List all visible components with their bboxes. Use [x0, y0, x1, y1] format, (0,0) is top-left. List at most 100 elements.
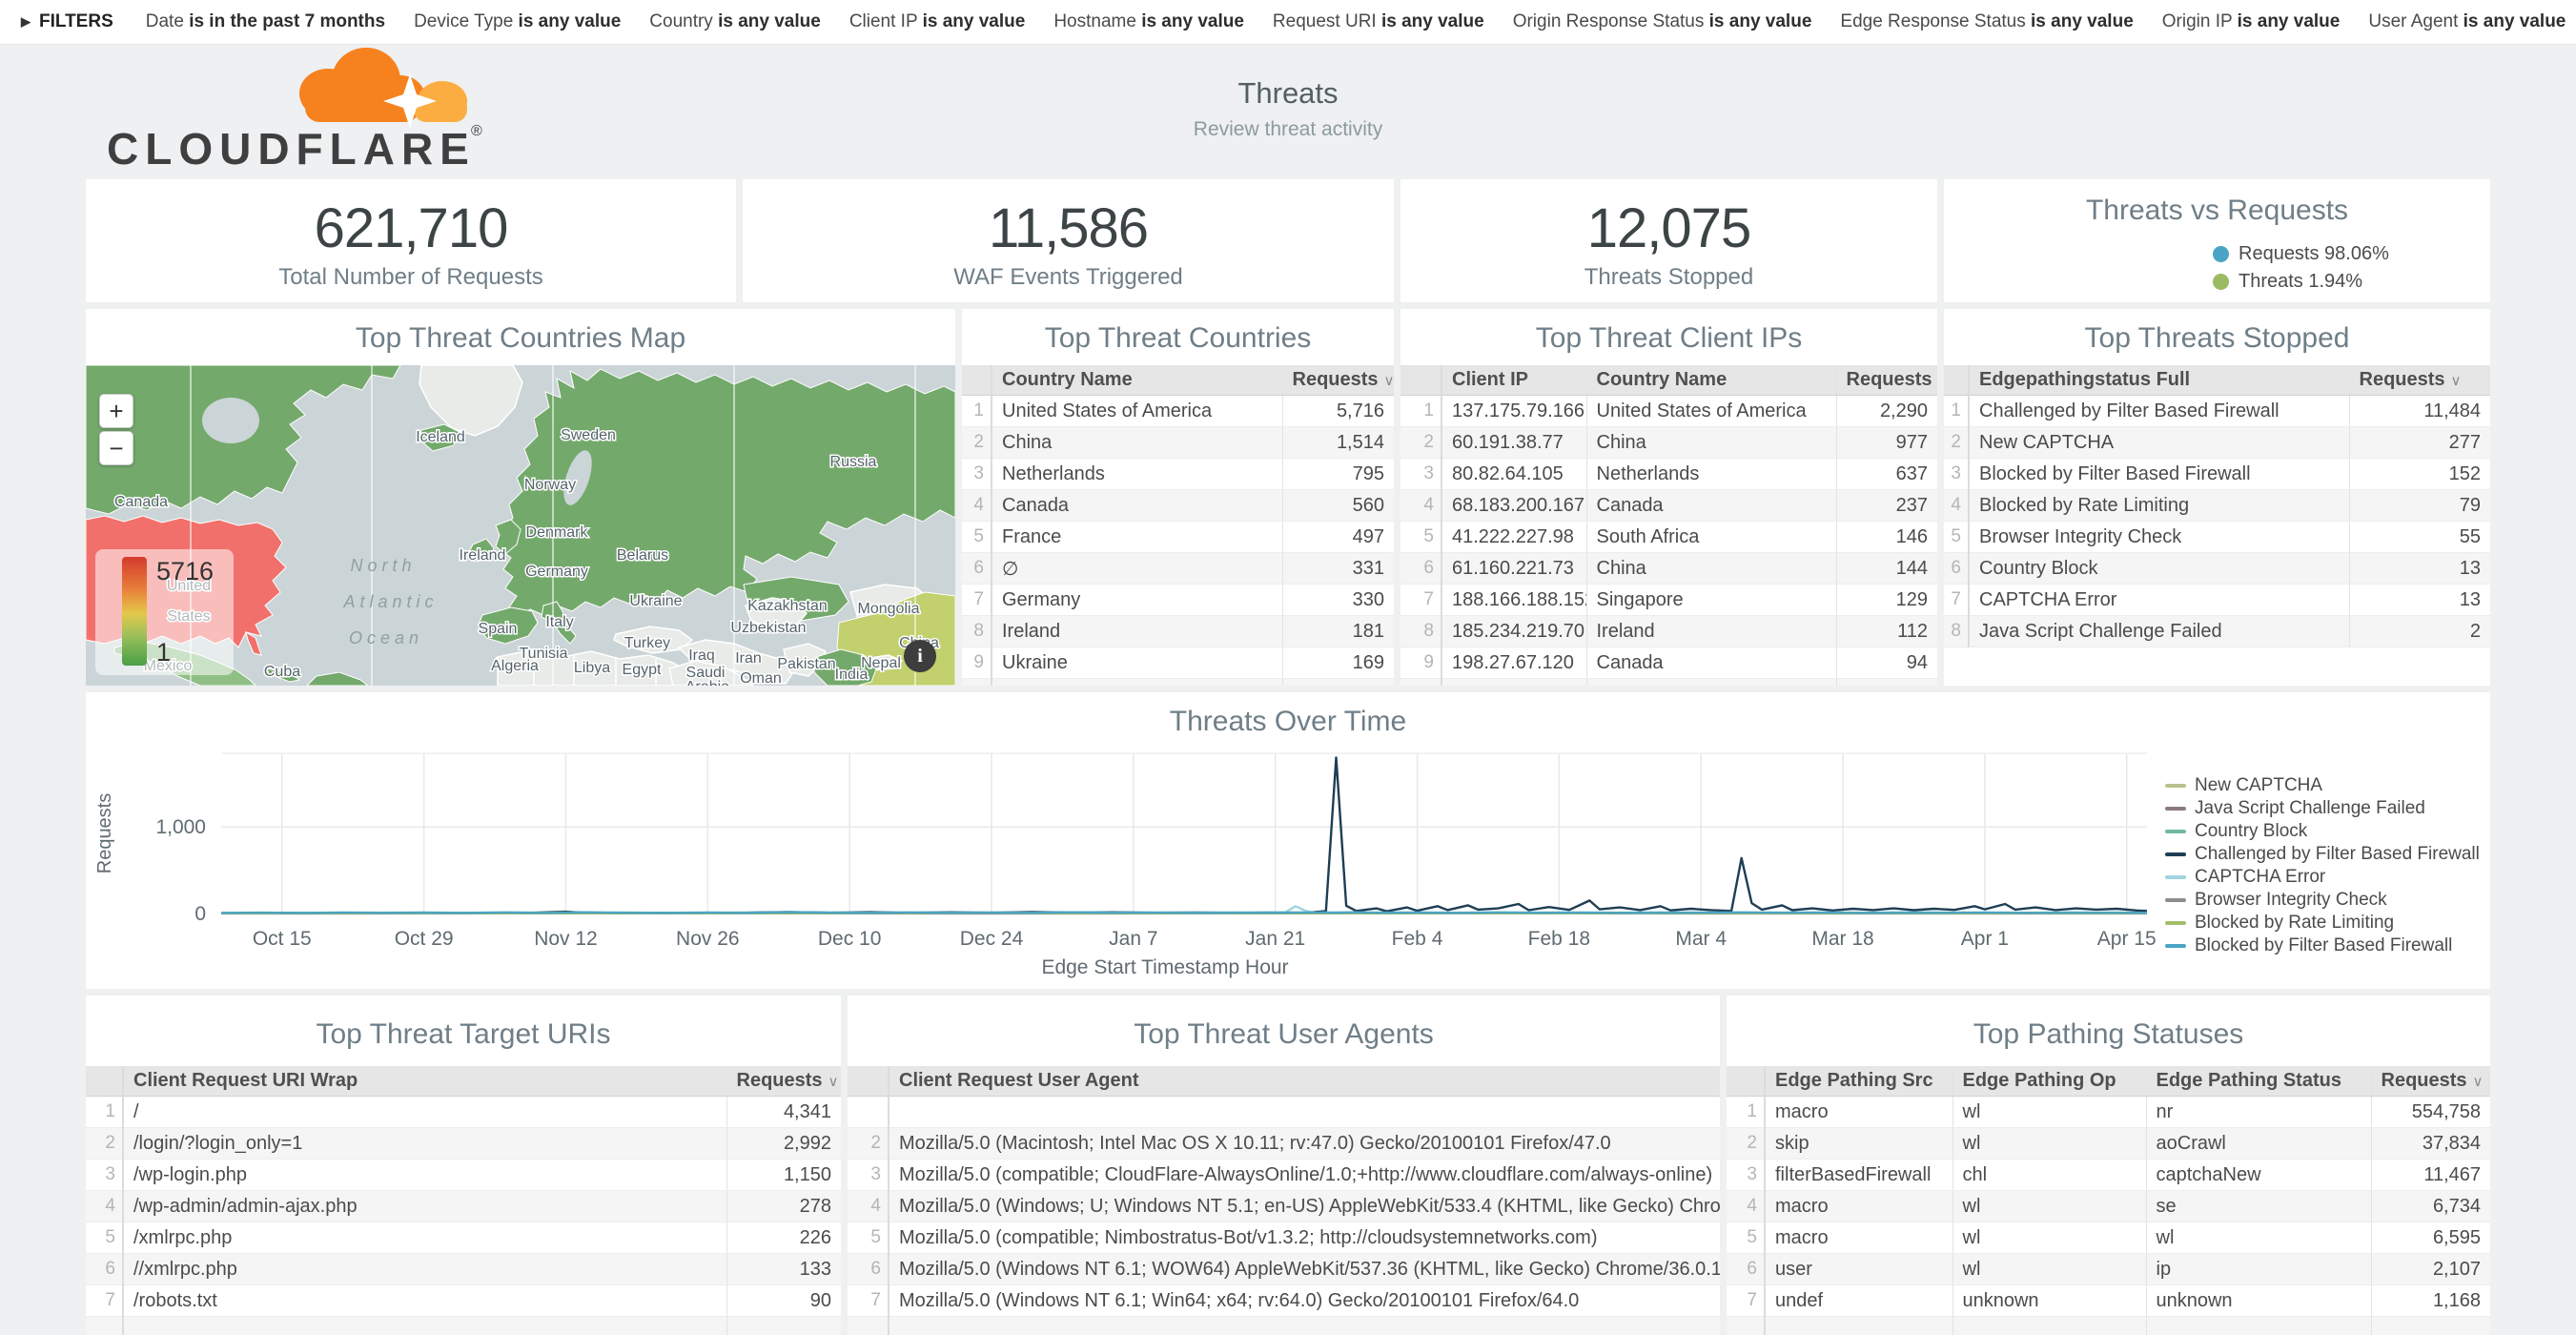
top-threats-stopped-card: Top Threats Stopped Edgepathingstatus Fu…: [1944, 309, 2490, 686]
table-cell: China: [1586, 427, 1836, 459]
filter-item[interactable]: Edge Response Status is any value: [1840, 11, 2133, 31]
column-header[interactable]: Edge Pathing Src: [1765, 1066, 1952, 1097]
legend-dot-icon: [2213, 274, 2229, 290]
map-zoom-in-button[interactable]: +: [99, 394, 133, 428]
world-map[interactable]: NorthAtlanticOceanCanadaUnitedStatesMexi…: [86, 365, 955, 686]
stat-value: 621,710: [86, 196, 736, 260]
table-cell: unknown: [2146, 1285, 2371, 1317]
stat-value: 12,075: [1400, 196, 1937, 260]
table-cell: 90: [726, 1285, 841, 1317]
table-row: 2Mozilla/5.0 (Macintosh; Intel Mac OS X …: [848, 1128, 1720, 1160]
table-row: 2New CAPTCHA277: [1944, 427, 2490, 459]
column-header[interactable]: Requests∨: [1836, 365, 1937, 396]
table-cell: 6,734: [2371, 1191, 2490, 1222]
table-cell: 1,168: [2371, 1285, 2490, 1317]
filter-item[interactable]: Device Type is any value: [414, 11, 621, 31]
data-table: Client IPCountry NameRequests∨1137.175.7…: [1400, 365, 1937, 686]
column-header[interactable]: Client Request URI Wrap: [123, 1066, 726, 1097]
table-cell: wl: [1952, 1222, 2146, 1254]
top-threat-target-uris-card: Top Threat Target URIs Client Request UR…: [86, 996, 841, 1335]
threats-over-time-plot[interactable]: 01,000Oct 15Oct 29Nov 12Nov 26Dec 10Dec …: [86, 692, 2490, 989]
table-cell: Netherlands: [1586, 459, 1836, 490]
country-label: Belarus: [617, 547, 668, 564]
table-cell: 188.166.188.152: [1441, 585, 1586, 616]
row-index: 10: [1400, 679, 1441, 687]
data-table: Edgepathingstatus FullRequests∨1Challeng…: [1944, 365, 2490, 647]
table-cell: unknown: [1952, 1285, 2146, 1317]
page-title: Threats: [0, 76, 2576, 111]
table-cell: [2146, 1317, 2371, 1335]
table-cell: Mozilla/5.0 (Windows NT 6.1; WOW64) Appl…: [889, 1254, 1720, 1285]
legend-item: Requests 98.06%: [2213, 240, 2490, 268]
column-header[interactable]: Client Request User Agent: [889, 1066, 1720, 1097]
column-header[interactable]: Requests∨: [2349, 365, 2490, 396]
section-title: Top Threat User Agents: [848, 1018, 1720, 1051]
index-column-header: [848, 1066, 889, 1097]
row-index: 6: [1727, 1254, 1765, 1285]
column-header[interactable]: Country Name: [1586, 365, 1836, 396]
axis-label: Dec 24: [960, 928, 1024, 950]
table-cell: 277: [2349, 427, 2490, 459]
country-label: Germany: [525, 564, 588, 580]
column-header[interactable]: Requests∨: [1282, 365, 1394, 396]
index-column-header: [86, 1066, 123, 1097]
index-column-header: [1727, 1066, 1765, 1097]
table-cell: 2,992: [726, 1128, 841, 1160]
table-cell: 137.175.79.166: [1441, 396, 1586, 427]
filter-item[interactable]: User Agent is any value: [2368, 11, 2566, 31]
table-cell: 331: [1282, 553, 1394, 585]
country-label: Turkey: [624, 635, 670, 651]
top-pathing-statuses-card: Top Pathing Statuses Edge Pathing SrcEdg…: [1727, 996, 2490, 1335]
stat-label: Total Number of Requests: [86, 264, 736, 291]
table-row: [86, 1317, 841, 1335]
table-row: 5macrowlwl6,595: [1727, 1222, 2490, 1254]
table-row: 4macrowlse6,734: [1727, 1191, 2490, 1222]
sort-caret-icon: ∨: [2473, 1074, 2484, 1090]
table-cell: /xmlrpc.php: [123, 1222, 726, 1254]
column-header[interactable]: Client IP: [1441, 365, 1586, 396]
column-header[interactable]: Country Name: [992, 365, 1282, 396]
legend-dot-icon: [2213, 246, 2229, 262]
row-index: 4: [1727, 1191, 1765, 1222]
column-header[interactable]: Requests∨: [726, 1066, 841, 1097]
table-cell: Singapore: [992, 679, 1282, 687]
top-threat-client-ips-table-host: Client IPCountry NameRequests∨1137.175.7…: [1400, 365, 1937, 686]
table-row: 9198.27.67.120Canada94: [1400, 647, 1937, 679]
filter-item[interactable]: Origin IP is any value: [2162, 11, 2341, 31]
filter-item[interactable]: Request URI is any value: [1273, 11, 1484, 31]
row-index: 2: [1727, 1128, 1765, 1160]
filter-item[interactable]: Client IP is any value: [849, 11, 1025, 31]
country-label: Uzbekistan: [730, 620, 806, 636]
table-row: 6Mozilla/5.0 (Windows NT 6.1; WOW64) App…: [848, 1254, 1720, 1285]
table-cell: 133: [726, 1254, 841, 1285]
column-header[interactable]: Edgepathingstatus Full: [1969, 365, 2349, 396]
filter-item[interactable]: Date is in the past 7 months: [146, 11, 385, 31]
table-cell: /login/?login_only=1: [123, 1128, 726, 1160]
row-index: 3: [848, 1160, 889, 1191]
column-header[interactable]: Edge Pathing Op: [1952, 1066, 2146, 1097]
map-legend-min: 1: [156, 638, 214, 668]
table-cell: chl: [1952, 1160, 2146, 1191]
table-cell: 55: [2349, 522, 2490, 553]
data-table: Country NameRequests∨1United States of A…: [962, 365, 1394, 686]
filters-toggle[interactable]: ▶ FILTERS: [21, 11, 113, 32]
filter-item[interactable]: Country is any value: [649, 11, 821, 31]
row-index: 7: [1400, 585, 1441, 616]
axis-label: Dec 10: [818, 928, 882, 950]
column-header[interactable]: Edge Pathing Status: [2146, 1066, 2371, 1097]
country-label: Egypt: [623, 662, 662, 678]
table-row: 468.183.200.167Canada237: [1400, 490, 1937, 522]
row-index: 3: [962, 459, 992, 490]
filter-item[interactable]: Origin Response Status is any value: [1513, 11, 1812, 31]
table-cell: 278: [726, 1191, 841, 1222]
index-column-header: [1944, 365, 1969, 396]
table-cell: 158: [1282, 679, 1394, 687]
map-info-icon[interactable]: i: [904, 640, 936, 672]
top-threat-countries-table-host: Country NameRequests∨1United States of A…: [962, 365, 1394, 686]
map-zoom-out-button[interactable]: −: [99, 431, 133, 465]
table-cell: France: [992, 522, 1282, 553]
column-header[interactable]: Requests∨: [2371, 1066, 2490, 1097]
filter-item[interactable]: Hostname is any value: [1053, 11, 1244, 31]
table-cell: /robots.txt: [123, 1285, 726, 1317]
table-cell: [1765, 1317, 1952, 1335]
